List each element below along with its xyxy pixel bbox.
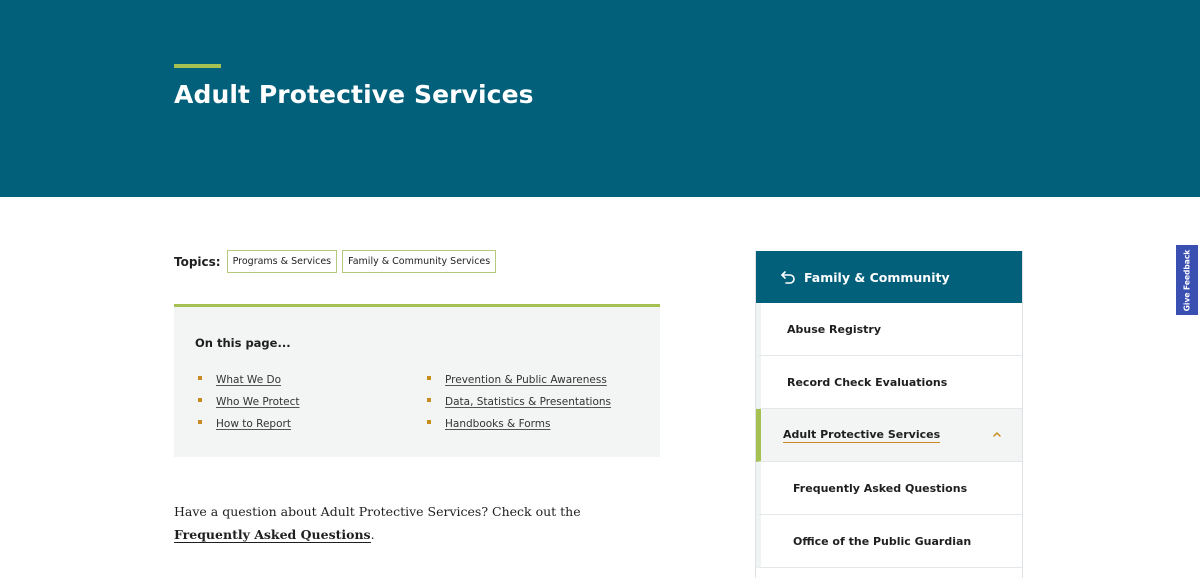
- give-feedback-button[interactable]: Give Feedback: [1176, 245, 1198, 315]
- sidenav-header-title: Family & Community: [804, 269, 950, 285]
- sidenav-subitem-public-guardian[interactable]: Office of the Public Guardian: [756, 515, 1022, 568]
- list-item: Handbooks & Forms: [427, 413, 611, 435]
- bullet-icon: [427, 398, 431, 402]
- topic-tag-family-community[interactable]: Family & Community Services: [342, 250, 497, 273]
- sidenav-item-adult-protective-services[interactable]: Adult Protective Services: [756, 409, 1022, 462]
- link-handbooks-forms[interactable]: Handbooks & Forms: [445, 418, 551, 430]
- faq-prefix-text: Have a question about Adult Protective S…: [174, 504, 581, 519]
- on-this-page-box: On this page... What We Do Who We Protec…: [174, 304, 660, 457]
- chevron-up-icon[interactable]: [992, 429, 1002, 439]
- sidenav-subitem-faq[interactable]: Frequently Asked Questions: [756, 462, 1022, 515]
- bullet-icon: [198, 398, 202, 402]
- topic-tag-programs[interactable]: Programs & Services: [226, 250, 338, 273]
- on-this-page-right-list: Prevention & Public Awareness Data, Stat…: [427, 369, 611, 435]
- link-how-to-report[interactable]: How to Report: [216, 418, 291, 430]
- faq-suffix-text: .: [370, 527, 375, 542]
- bullet-icon: [427, 420, 431, 424]
- faq-link[interactable]: Frequently Asked Questions: [174, 527, 371, 543]
- list-item: Prevention & Public Awareness: [427, 369, 611, 391]
- sidenav-item-record-check[interactable]: Record Check Evaluations: [756, 356, 1022, 409]
- link-prevention[interactable]: Prevention & Public Awareness: [445, 374, 607, 386]
- link-what-we-do[interactable]: What We Do: [216, 374, 281, 386]
- list-item: How to Report: [198, 413, 300, 435]
- give-feedback-label: Give Feedback: [1182, 249, 1192, 311]
- sidenav-item-label: Abuse Registry: [787, 322, 882, 336]
- list-item: Who We Protect: [198, 391, 300, 413]
- on-this-page-heading: On this page...: [195, 336, 291, 350]
- list-item: Data, Statistics & Presentations: [427, 391, 611, 413]
- page-title: Adult Protective Services: [174, 80, 534, 109]
- sidenav-item-label: Adult Protective Services: [783, 427, 941, 443]
- bullet-icon: [198, 420, 202, 424]
- back-arrow-icon: [781, 271, 795, 284]
- link-data-statistics[interactable]: Data, Statistics & Presentations: [445, 396, 611, 408]
- topics-bar: Topics: Programs & Services Family & Com…: [174, 250, 501, 273]
- sidenav-item-abuse-registry[interactable]: Abuse Registry: [756, 303, 1022, 356]
- hero-accent-bar: [174, 64, 221, 68]
- sidenav-item-label: Frequently Asked Questions: [793, 481, 968, 495]
- list-item: What We Do: [198, 369, 300, 391]
- sidenav-header[interactable]: Family & Community: [756, 251, 1022, 303]
- topics-label: Topics:: [174, 254, 221, 269]
- on-this-page-left-list: What We Do Who We Protect How to Report: [198, 369, 300, 435]
- bullet-icon: [198, 376, 202, 380]
- link-who-we-protect[interactable]: Who We Protect: [216, 396, 300, 408]
- section-sidenav: Family & Community Abuse Registry Record…: [755, 251, 1023, 578]
- faq-paragraph: Have a question about Adult Protective S…: [174, 500, 654, 546]
- bullet-icon: [427, 376, 431, 380]
- sidenav-item-label: Record Check Evaluations: [787, 375, 948, 389]
- page-hero: Adult Protective Services: [0, 0, 1200, 197]
- sidenav-item-label: Office of the Public Guardian: [793, 534, 972, 548]
